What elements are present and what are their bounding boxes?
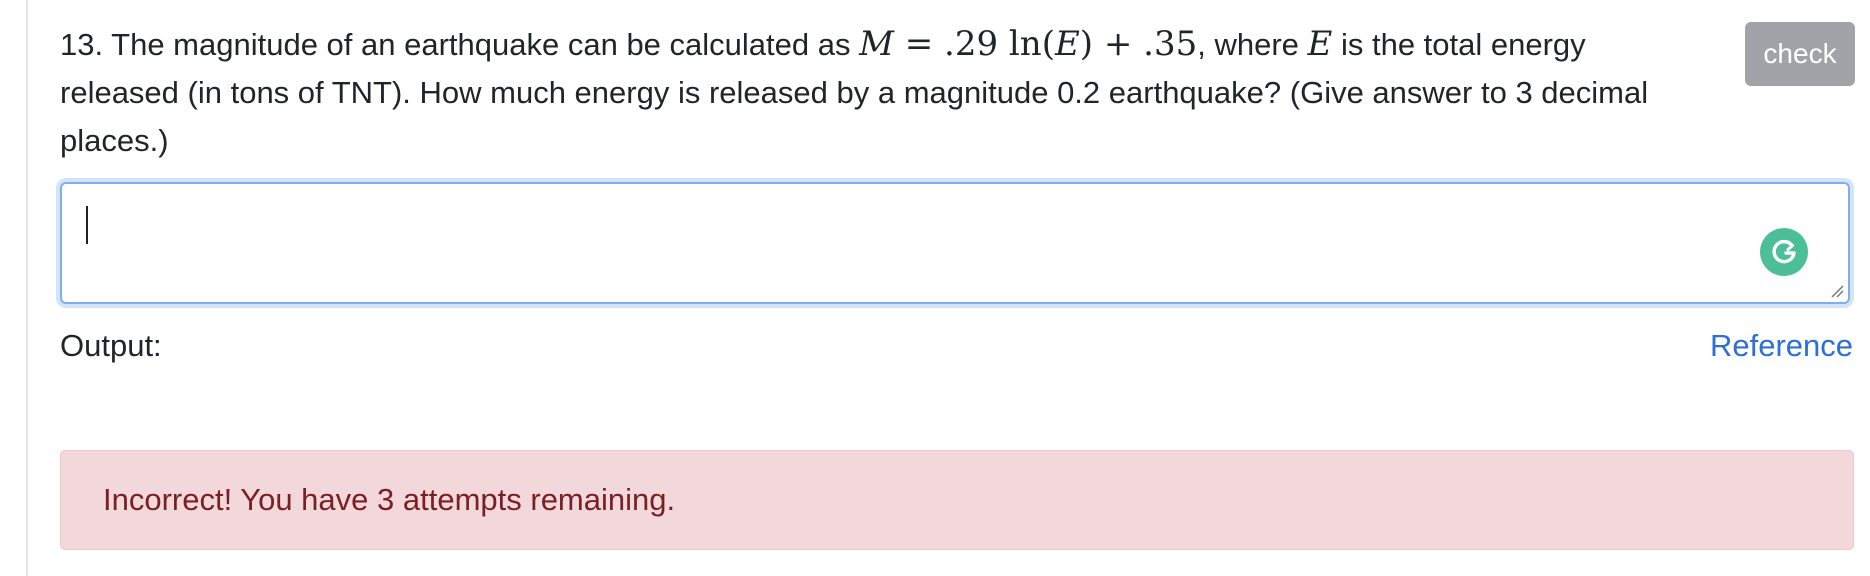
grammarly-glyph xyxy=(1772,240,1796,264)
question-intro: 13. The magnitude of an earthquake can b… xyxy=(60,27,860,62)
answer-input[interactable] xyxy=(62,184,1848,302)
question-where: , where xyxy=(1197,27,1308,62)
formula-lhs-var: M xyxy=(859,24,894,64)
check-button[interactable]: check xyxy=(1745,22,1855,86)
formula: M = .29 ln(E) + .35 xyxy=(859,24,1197,64)
grammarly-icon[interactable] xyxy=(1760,228,1808,276)
resize-handle-icon[interactable] xyxy=(1828,282,1844,298)
where-variable: E xyxy=(1308,24,1333,64)
left-border-rule xyxy=(26,0,28,576)
text-cursor xyxy=(86,206,88,244)
formula-coefficient: .29 xyxy=(944,24,999,64)
feedback-message: Incorrect! You have 3 attempts remaining… xyxy=(103,482,676,517)
output-label: Output: xyxy=(60,328,162,363)
where-var: E xyxy=(1307,24,1333,64)
formula-constant: .35 xyxy=(1143,24,1198,64)
answer-box[interactable] xyxy=(60,182,1850,304)
formula-plus: + xyxy=(1093,24,1144,64)
formula-equals: = xyxy=(893,24,945,64)
feedback-alert: Incorrect! You have 3 attempts remaining… xyxy=(60,450,1854,550)
question-text: 13. The magnitude of an earthquake can b… xyxy=(60,20,1710,165)
formula-function: ln( xyxy=(998,24,1055,64)
reference-link[interactable]: Reference xyxy=(1710,324,1853,368)
formula-argument-var: E xyxy=(1054,24,1080,64)
formula-close-paren: ) xyxy=(1079,24,1094,64)
